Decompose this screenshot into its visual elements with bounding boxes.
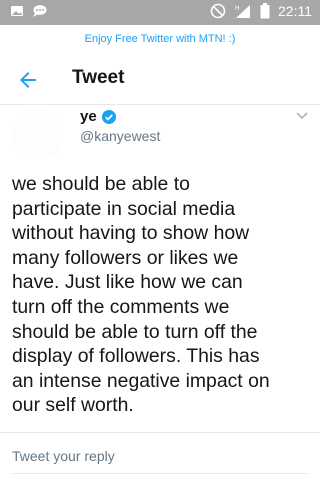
author-name-row[interactable]: ye [80,108,116,125]
author-handle[interactable]: @kanyewest [80,128,160,144]
do-not-disturb-icon [210,3,226,19]
image-icon [11,6,23,16]
reply-underline [12,473,308,474]
chat-bubble-icon [33,5,47,17]
tweet-text: we should be able to participate in soci… [12,173,270,417]
app-bar: Tweet [0,53,320,105]
promo-banner[interactable]: Enjoy Free Twitter with MTN! :) [0,25,320,53]
battery-icon [260,3,270,19]
status-bar: H 22:11 [0,0,320,25]
back-arrow-icon[interactable] [16,68,40,92]
page-title: Tweet [72,67,125,88]
status-right-icons: H 22:11 [210,3,312,19]
author-name[interactable]: ye [80,108,97,125]
verified-badge-icon [101,109,116,124]
avatar[interactable] [12,108,64,160]
signal-icon: H [235,5,250,18]
clock-time: 22:11 [278,3,312,19]
reply-bar [0,432,320,480]
reply-input[interactable] [12,445,308,467]
svg-text:H: H [235,5,240,12]
chevron-down-icon[interactable] [296,112,308,120]
status-left-icons [10,4,48,18]
